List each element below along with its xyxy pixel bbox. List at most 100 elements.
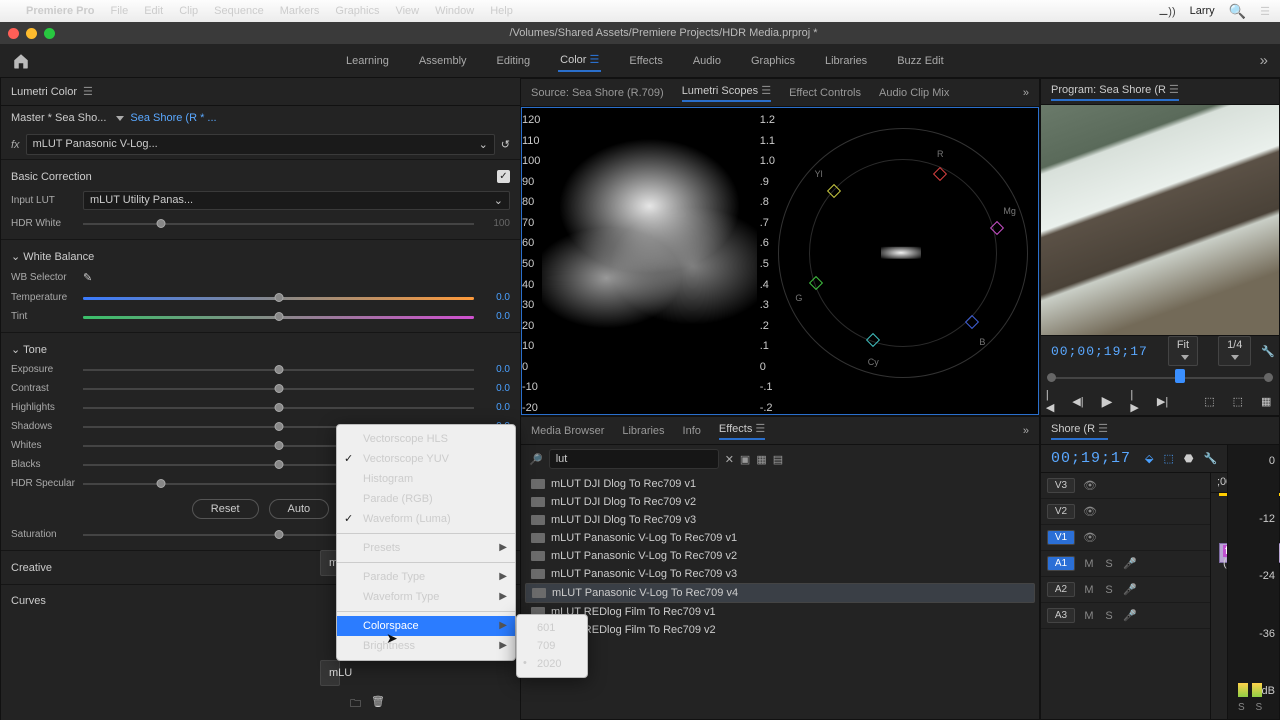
program-timecode[interactable]: 00;00;19;17 — [1051, 344, 1148, 359]
workspace-graphics[interactable]: Graphics — [749, 51, 797, 71]
input-lut-dropdown[interactable]: mLUT Utility Panas...⌄ — [83, 191, 510, 210]
tab-audio-clip-mix[interactable]: Audio Clip Mix — [879, 87, 949, 99]
zoom-window[interactable] — [44, 28, 55, 39]
clear-search-icon[interactable]: ✕ — [725, 453, 734, 466]
effect-preset-dropdown[interactable]: mLUT Panasonic V-Log...⌄ — [26, 134, 495, 155]
workspace-learning[interactable]: Learning — [344, 51, 391, 71]
master-clip-label[interactable]: Master * Sea Sho... — [11, 112, 106, 124]
submenu-item[interactable]: 601 — [517, 619, 587, 637]
list-icon[interactable]: ☰ — [1260, 5, 1270, 18]
menu-item[interactable]: Presets — [337, 538, 515, 558]
timeline-timecode[interactable]: 00;19;17 — [1051, 450, 1131, 467]
snap-icon[interactable]: ⬙ — [1145, 452, 1153, 465]
extract-icon[interactable]: ⬚ — [1233, 395, 1243, 408]
effect-preset-row[interactable]: mLUT REDlog Film To Rec709 v1 — [525, 603, 1035, 621]
zoom-select[interactable]: Fit — [1168, 336, 1198, 366]
basic-enable-checkbox[interactable]: ✓ — [497, 170, 510, 183]
tint-slider[interactable] — [83, 316, 474, 318]
eye-icon[interactable]: 👁 — [1083, 505, 1097, 518]
user-name[interactable]: Larry — [1190, 5, 1215, 17]
spotlight-icon[interactable]: 🔍 — [1229, 3, 1246, 20]
program-scrubbar[interactable] — [1051, 369, 1269, 386]
section-tone[interactable]: ⌄ Tone — [11, 343, 47, 356]
effect-preset-row[interactable]: mLUT Panasonic V-Log To Rec709 v2 — [525, 547, 1035, 565]
program-preview[interactable] — [1041, 105, 1279, 335]
effect-preset-row[interactable]: mLUT DJI Dlog To Rec709 v3 — [525, 511, 1035, 529]
app-name[interactable]: Premiere Pro — [26, 5, 94, 17]
reset-button[interactable]: Reset — [192, 499, 259, 519]
tint-value[interactable]: 0.0 — [480, 311, 510, 322]
filter-icon-2[interactable]: ▦ — [756, 453, 766, 466]
panel-overflow-icon[interactable]: » — [1023, 87, 1029, 99]
mic-icon[interactable]: 🎤 — [1123, 609, 1137, 622]
volume-icon[interactable]: ⚊)) — [1158, 5, 1175, 18]
new-bin-icon[interactable]: 🗀 — [350, 695, 361, 714]
lift-icon[interactable]: ⬚ — [1204, 395, 1214, 408]
contrast-slider[interactable] — [83, 388, 474, 390]
mic-icon[interactable]: 🎤 — [1123, 583, 1137, 596]
section-creative[interactable]: Creative — [11, 562, 52, 574]
menu-edit[interactable]: Edit — [144, 5, 163, 17]
tab-info[interactable]: Info — [683, 425, 701, 437]
play-icon[interactable]: ▶ — [1102, 393, 1113, 410]
workspace-color[interactable]: Color ☰ — [558, 49, 601, 72]
menu-item[interactable]: Waveform (Luma) — [337, 509, 515, 529]
eye-icon[interactable]: 👁 — [1083, 479, 1097, 492]
menu-item[interactable]: Histogram — [337, 469, 515, 489]
effect-preset-row[interactable]: mLUT Panasonic V-Log To Rec709 v4 — [525, 583, 1035, 603]
workspace-buzzedit[interactable]: Buzz Edit — [895, 51, 945, 71]
track-header[interactable]: A2MS🎤 — [1041, 577, 1210, 603]
exposure-slider[interactable] — [83, 369, 474, 371]
panel-overflow-icon[interactable]: » — [1023, 425, 1029, 437]
eye-icon[interactable]: 👁 — [1083, 531, 1097, 544]
track-header[interactable]: V1👁 — [1041, 525, 1210, 551]
filter-icon-1[interactable]: ▣ — [740, 453, 750, 466]
eyedropper-icon[interactable]: ✎ — [83, 271, 92, 284]
track-header[interactable]: V3👁 — [1041, 473, 1210, 499]
menu-item[interactable]: Waveform Type — [337, 587, 515, 607]
step-fwd-icon[interactable]: |▶ — [1130, 389, 1138, 414]
marker-icon[interactable]: ⬣ — [1184, 452, 1194, 465]
go-in-icon[interactable]: |◀ — [1046, 389, 1054, 414]
effect-preset-row[interactable]: mLUT Panasonic V-Log To Rec709 v1 — [525, 529, 1035, 547]
resolution-select[interactable]: 1/4 — [1218, 336, 1251, 366]
effect-preset-row[interactable]: mLUT DJI Dlog To Rec709 v2 — [525, 493, 1035, 511]
menu-item[interactable]: Parade (RGB) — [337, 489, 515, 509]
minimize-window[interactable] — [26, 28, 37, 39]
colorspace-submenu[interactable]: 6017092020 — [516, 614, 588, 678]
sequence-link[interactable]: Sea Shore (R * ... — [130, 112, 216, 124]
menu-item[interactable]: Vectorscope HLS — [337, 429, 515, 449]
section-white-balance[interactable]: ⌄ White Balance — [11, 250, 94, 263]
menu-clip[interactable]: Clip — [179, 5, 198, 17]
section-basic[interactable]: Basic Correction — [11, 171, 92, 183]
tab-program[interactable]: Program: Sea Shore (R ☰ — [1051, 83, 1179, 101]
go-out-icon[interactable]: ▶| — [1157, 395, 1168, 408]
track-header[interactable]: V2👁 — [1041, 499, 1210, 525]
mic-icon[interactable]: 🎤 — [1123, 557, 1137, 570]
submenu-item[interactable]: 2020 — [517, 655, 587, 673]
step-back-icon[interactable]: ◀| — [1072, 395, 1083, 408]
settings-icon[interactable]: 🔧 — [1204, 452, 1218, 465]
menu-sequence[interactable]: Sequence — [214, 5, 264, 17]
trash-icon[interactable]: 🗑 — [371, 695, 385, 714]
linked-selection-icon[interactable]: ⬚ — [1163, 452, 1173, 465]
reset-effect-icon[interactable]: ↺ — [501, 138, 510, 151]
workspace-assembly[interactable]: Assembly — [417, 51, 469, 71]
scopes-context-menu[interactable]: Vectorscope HLSVectorscope YUVHistogramP… — [336, 424, 516, 661]
tab-lumetri-scopes[interactable]: Lumetri Scopes ☰ — [682, 84, 771, 102]
menu-window[interactable]: Window — [435, 5, 474, 17]
effects-search-input[interactable] — [549, 449, 719, 469]
workspace-audio[interactable]: Audio — [691, 51, 723, 71]
export-frame-icon[interactable]: ▦ — [1261, 395, 1271, 408]
home-icon[interactable] — [12, 52, 30, 70]
workspace-libraries[interactable]: Libraries — [823, 51, 869, 71]
tab-source[interactable]: Source: Sea Shore (R.709) — [531, 87, 664, 99]
tab-effects[interactable]: Effects ☰ — [719, 422, 765, 440]
workspace-overflow-icon[interactable]: » — [1260, 52, 1268, 69]
menu-item[interactable]: Parade Type — [337, 567, 515, 587]
tab-media-browser[interactable]: Media Browser — [531, 425, 604, 437]
track-header[interactable]: A1MS🎤 — [1041, 551, 1210, 577]
temperature-value[interactable]: 0.0 — [480, 292, 510, 303]
effect-preset-row[interactable]: mLUT REDlog Film To Rec709 v2 — [525, 621, 1035, 639]
effect-preset-row[interactable]: mLUT DJI Dlog To Rec709 v1 — [525, 475, 1035, 493]
